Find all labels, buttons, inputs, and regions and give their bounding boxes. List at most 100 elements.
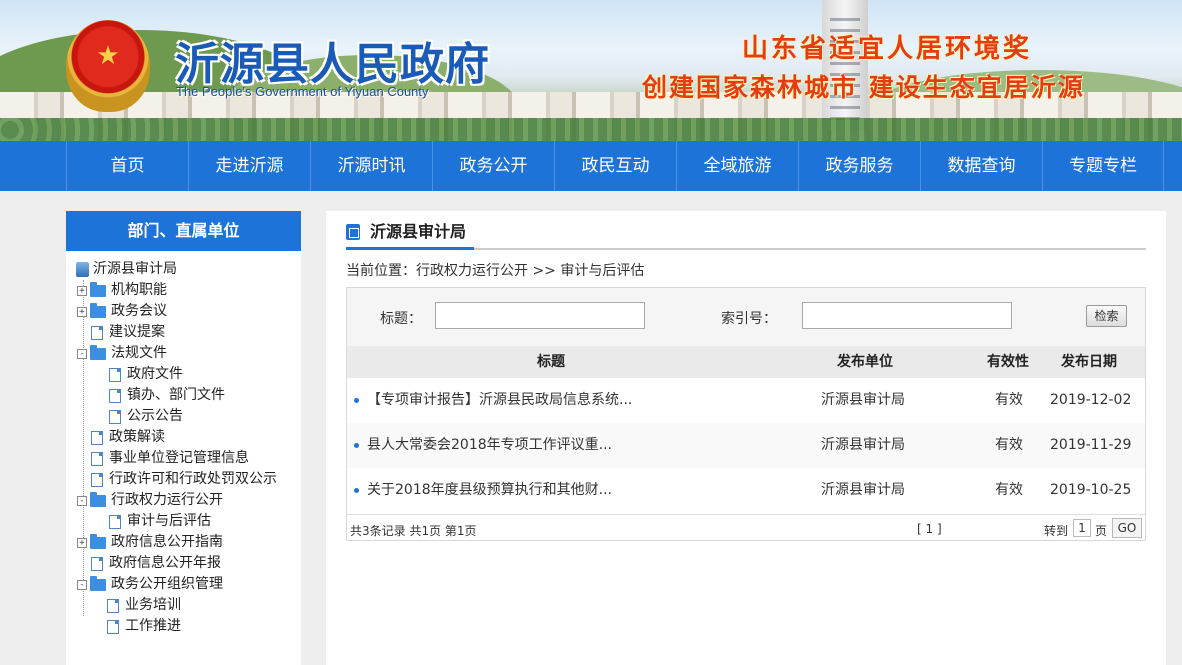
document-icon: [109, 514, 121, 529]
table-row[interactable]: 县人大常委会2018年专项工作评议重... 沂源县审计局 有效 2019-11-…: [347, 423, 1145, 468]
national-emblem-icon: ★: [66, 20, 150, 112]
title-search-input[interactable]: [435, 302, 645, 329]
tree-item-org-management[interactable]: - 政务公开组织管理: [66, 574, 301, 595]
folder-icon: [90, 281, 106, 297]
row-validity: 有效: [995, 437, 1023, 453]
folder-icon: [90, 344, 106, 360]
document-icon: [109, 367, 121, 382]
tree-item-label: 政府信息公开年报: [109, 555, 221, 571]
tree-item-audit-eval[interactable]: 审计与后评估: [66, 511, 301, 532]
column-header-unit: 发布单位: [837, 354, 893, 370]
collapse-icon[interactable]: -: [77, 495, 87, 506]
document-icon: [91, 556, 103, 571]
table-header: 标题 发布单位 有效性 发布日期: [347, 346, 1145, 378]
nav-item-special[interactable]: 专题专栏: [1042, 141, 1164, 191]
row-title-link[interactable]: 【专项审计报告】沂源县民政局信息系统...: [367, 378, 632, 423]
tree-item-functions[interactable]: + 机构职能: [66, 280, 301, 301]
nav-item-tourism[interactable]: 全域旅游: [676, 141, 798, 191]
main-nav: 首页 走进沂源 沂源时讯 政务公开 政民互动 全域旅游 政务服务 数据查询 专题…: [0, 141, 1182, 191]
tree-item-registration[interactable]: 事业单位登记管理信息: [66, 448, 301, 469]
tree-root[interactable]: 沂源县审计局: [66, 259, 301, 280]
column-header-date: 发布日期: [1061, 354, 1117, 370]
document-icon: [91, 430, 103, 445]
go-button[interactable]: GO: [1112, 518, 1142, 538]
goto-label: 转到: [1044, 524, 1069, 538]
document-icon: [91, 325, 103, 340]
tree-item-annual-report[interactable]: 政府信息公开年报: [66, 553, 301, 574]
results-panel: 标题： 索引号： 检索 标题 发布单位 有效性 发布日期 【专项审计报告】沂源县…: [346, 287, 1146, 541]
table-row[interactable]: 关于2018年度县级预算执行和其他财... 沂源县审计局 有效 2019-10-…: [347, 468, 1145, 513]
nav-item-data-query[interactable]: 数据查询: [920, 141, 1042, 191]
tree-item-proposals[interactable]: 建议提案: [66, 322, 301, 343]
nav-item-interaction[interactable]: 政民互动: [554, 141, 676, 191]
folder-icon: [90, 491, 106, 507]
page-number-input[interactable]: 1: [1073, 519, 1091, 537]
document-icon: [107, 598, 119, 613]
pagination: 共3条记录 共1页 第1页 [ 1 ] 转到 1 页 GO: [347, 514, 1145, 540]
title-label: 标题：: [380, 311, 422, 327]
tree-item-info-guide[interactable]: + 政府信息公开指南: [66, 532, 301, 553]
tree-root-label: 沂源县审计局: [93, 261, 177, 277]
row-unit: 沂源县审计局: [821, 437, 905, 453]
bullet-icon: [354, 398, 359, 403]
collapse-icon[interactable]: -: [77, 579, 87, 590]
folder-icon: [90, 302, 106, 318]
tree-item-label: 法规文件: [111, 345, 167, 361]
document-icon: [109, 409, 121, 424]
expand-icon[interactable]: +: [77, 306, 87, 317]
nav-item-home[interactable]: 首页: [66, 141, 188, 191]
document-icon: [107, 619, 119, 634]
bullet-icon: [354, 488, 359, 493]
tree-item-label: 政府文件: [127, 366, 183, 382]
pagination-summary: 共3条记录 共1页 第1页: [350, 524, 477, 538]
index-search-input[interactable]: [802, 302, 1012, 329]
nav-item-about[interactable]: 走进沂源: [188, 141, 310, 191]
tree-item-power-operation[interactable]: - 行政权力运行公开: [66, 490, 301, 511]
tree-item-progress[interactable]: 工作推进: [66, 616, 301, 637]
tree-item-dept-docs[interactable]: 镇办、部门文件: [66, 385, 301, 406]
collapse-icon[interactable]: -: [77, 348, 87, 359]
tree-item-label: 政策解读: [109, 429, 165, 445]
tree-item-meetings[interactable]: + 政务会议: [66, 301, 301, 322]
tree-item-label: 建议提案: [109, 324, 165, 340]
slogan-secondary: 创建国家森林城市 建设生态宜居沂源: [642, 73, 1085, 102]
row-title-link[interactable]: 关于2018年度县级预算执行和其他财...: [367, 468, 612, 513]
tree-item-label: 审计与后评估: [127, 513, 211, 529]
tree-item-notices[interactable]: 公示公告: [66, 406, 301, 427]
section-tab: 沂源县审计局: [346, 211, 466, 249]
tree-item-regulations[interactable]: - 法规文件: [66, 343, 301, 364]
row-unit: 沂源县审计局: [821, 482, 905, 498]
tree-item-label: 镇办、部门文件: [127, 387, 225, 403]
tree-item-label: 业务培训: [125, 597, 181, 613]
row-unit: 沂源县审计局: [821, 392, 905, 408]
tree-item-policy[interactable]: 政策解读: [66, 427, 301, 448]
tree-item-label: 行政许可和行政处罚双公示: [109, 471, 277, 487]
page-unit-label: 页: [1095, 524, 1108, 538]
bullet-icon: [354, 443, 359, 448]
banner-tower: [822, 0, 868, 130]
expand-icon[interactable]: +: [77, 285, 87, 296]
header-banner: ★ 沂源县人民政府 The People's Government of Yiy…: [0, 0, 1182, 141]
tree-item-label: 政务会议: [111, 303, 167, 319]
column-header-title: 标题: [537, 354, 565, 370]
tree-item-double-publicity[interactable]: 行政许可和行政处罚双公示: [66, 469, 301, 490]
document-icon: [91, 472, 103, 487]
pagination-pages[interactable]: [ 1 ]: [917, 522, 942, 536]
row-date: 2019-12-02: [1050, 392, 1132, 408]
banner-trees: [0, 118, 1182, 141]
tree-item-label: 行政权力运行公开: [111, 492, 223, 508]
document-icon: [109, 388, 121, 403]
tree-item-gov-docs[interactable]: 政府文件: [66, 364, 301, 385]
expand-icon[interactable]: +: [77, 537, 87, 548]
nav-item-news[interactable]: 沂源时讯: [310, 141, 432, 191]
search-button[interactable]: 检索: [1086, 305, 1127, 327]
tree-item-training[interactable]: 业务培训: [66, 595, 301, 616]
document-icon: [91, 451, 103, 466]
nav-item-gov-affairs[interactable]: 政务公开: [432, 141, 554, 191]
sidebar-title: 部门、直属单位: [66, 211, 301, 251]
main-content: 沂源县审计局 当前位置：行政权力运行公开 >> 审计与后评估 标题： 索引号： …: [326, 211, 1166, 665]
row-title-link[interactable]: 县人大常委会2018年专项工作评议重...: [367, 423, 612, 468]
table-row[interactable]: 【专项审计报告】沂源县民政局信息系统... 沂源县审计局 有效 2019-12-…: [347, 378, 1145, 423]
nav-item-services[interactable]: 政务服务: [798, 141, 920, 191]
tree-item-label: 工作推进: [125, 618, 181, 634]
